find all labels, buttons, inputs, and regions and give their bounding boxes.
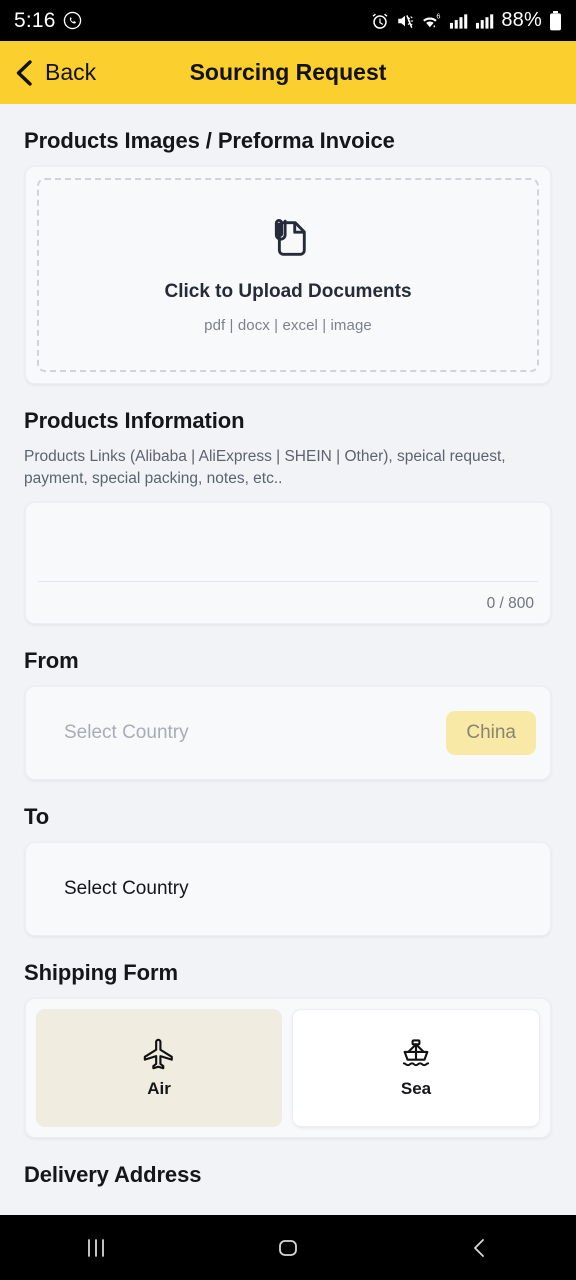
products-information-description: Products Links (Alibaba | AliExpress | S… bbox=[24, 448, 506, 487]
ship-icon bbox=[402, 1039, 430, 1067]
document-attachment-icon bbox=[274, 219, 306, 256]
home-button[interactable] bbox=[243, 1215, 333, 1280]
to-country-select[interactable]: Select Country bbox=[25, 842, 551, 936]
upload-section-title: Products Images / Preforma Invoice bbox=[24, 128, 395, 153]
status-bar-right: 6 88% bbox=[371, 9, 562, 32]
recents-icon bbox=[88, 1238, 104, 1257]
back-button-label: Back bbox=[45, 59, 97, 85]
delivery-address-title: Delivery Address bbox=[24, 1162, 202, 1187]
battery-percent-label: 88% bbox=[501, 9, 542, 31]
shipping-form-card: Air Sea bbox=[25, 998, 551, 1138]
status-bar-clock: 5:16 bbox=[14, 8, 56, 32]
status-bar: 5:16 6 88% bbox=[0, 0, 576, 41]
phone-screen: 5:16 6 88% Back Sourcing Request Product… bbox=[0, 0, 576, 1280]
upload-dropzone[interactable]: Click to Upload Documents pdf | docx | e… bbox=[37, 178, 539, 372]
products-information-title: Products Information bbox=[24, 408, 245, 433]
battery-icon bbox=[550, 10, 561, 30]
upload-formats-label: pdf | docx | excel | image bbox=[204, 317, 372, 334]
app-bar: Back Sourcing Request bbox=[0, 41, 576, 104]
signal-sim2-icon bbox=[476, 13, 494, 29]
shipping-option-sea-label: Sea bbox=[400, 1079, 432, 1098]
back-icon bbox=[474, 1238, 484, 1257]
textarea-divider bbox=[38, 581, 538, 582]
products-information-textarea[interactable] bbox=[26, 503, 550, 581]
to-label: To bbox=[24, 804, 50, 829]
shipping-option-sea[interactable]: Sea bbox=[292, 1009, 540, 1127]
from-country-placeholder: Select Country bbox=[64, 722, 189, 743]
char-counter: 0 / 800 bbox=[486, 595, 534, 612]
system-navigation-bar bbox=[0, 1215, 576, 1280]
to-country-value: Select Country bbox=[64, 878, 189, 899]
upload-card[interactable]: Click to Upload Documents pdf | docx | e… bbox=[25, 166, 551, 384]
whatsapp-icon bbox=[63, 11, 81, 30]
signal-sim1-icon bbox=[450, 13, 468, 29]
from-country-chip[interactable]: China bbox=[446, 711, 536, 755]
back-button[interactable]: Back bbox=[14, 59, 96, 86]
status-bar-left: 5:16 bbox=[14, 9, 82, 33]
svg-text:6: 6 bbox=[437, 12, 441, 21]
chevron-left-icon bbox=[16, 59, 32, 86]
from-country-select[interactable]: Select Country China bbox=[25, 686, 551, 780]
alarm-icon bbox=[372, 13, 388, 29]
from-label: From bbox=[24, 648, 79, 673]
form-scroll-area[interactable]: Products Images / Preforma Invoice Click… bbox=[0, 104, 576, 1215]
shipping-option-air-label: Air bbox=[147, 1079, 171, 1098]
nav-back-button[interactable] bbox=[435, 1215, 525, 1280]
wifi-icon: 6 bbox=[423, 12, 441, 27]
shipping-option-air[interactable]: Air bbox=[36, 1009, 282, 1127]
mute-icon bbox=[398, 14, 414, 28]
airplane-icon bbox=[143, 1038, 173, 1070]
products-information-card[interactable]: 0 / 800 bbox=[25, 502, 551, 624]
home-icon bbox=[279, 1239, 297, 1256]
recents-button[interactable] bbox=[51, 1215, 141, 1280]
upload-cta-label: Click to Upload Documents bbox=[164, 281, 412, 302]
shipping-form-label: Shipping Form bbox=[24, 960, 178, 985]
